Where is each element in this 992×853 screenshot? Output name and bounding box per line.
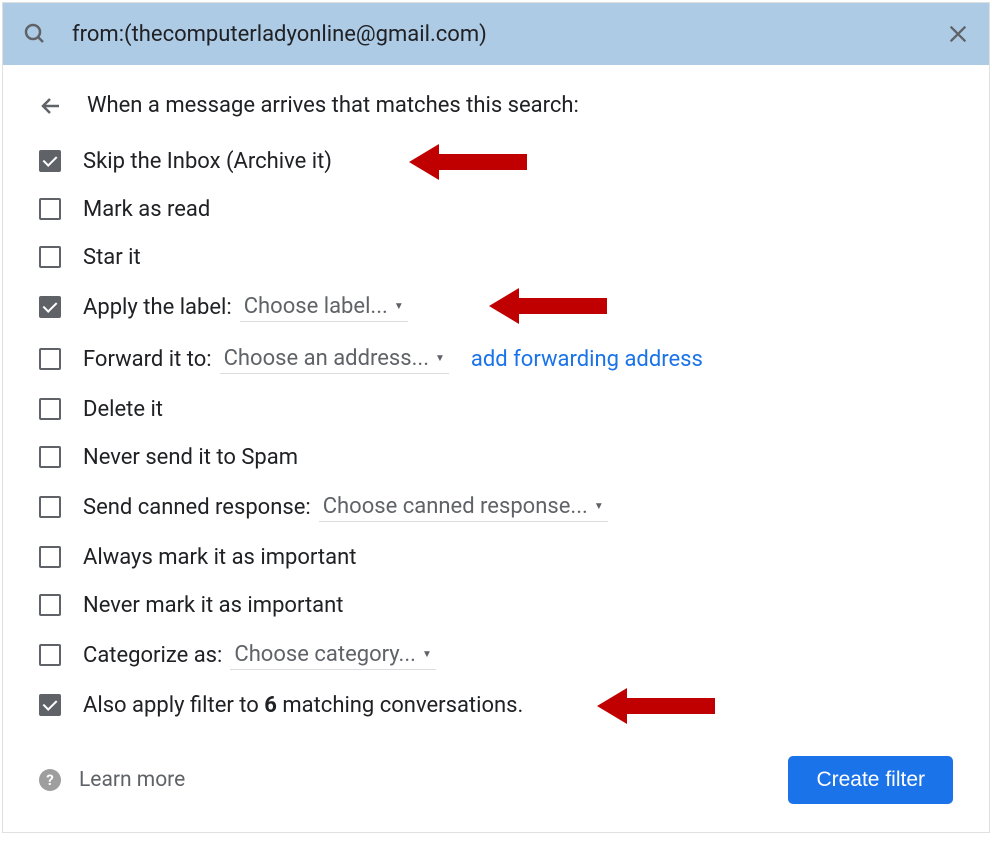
- header-row: When a message arrives that matches this…: [39, 93, 953, 118]
- option-row-mark-read: Mark as read: [39, 196, 953, 222]
- option-label-delete-it: Delete it: [83, 397, 163, 422]
- chevron-down-icon: ▼: [422, 649, 432, 660]
- back-icon[interactable]: [39, 94, 63, 118]
- option-row-canned-response: Send canned response: Choose canned respo…: [39, 492, 953, 522]
- dropdown-forward-to[interactable]: Choose an address...▼: [220, 344, 449, 374]
- option-row-also-apply: Also apply filter to 6 matching conversa…: [39, 692, 953, 718]
- link-forward-to[interactable]: add forwarding address: [471, 347, 703, 372]
- checkbox-star-it[interactable]: [39, 246, 61, 268]
- option-row-star-it: Star it: [39, 244, 953, 270]
- option-label-forward-to: Forward it to:: [83, 347, 212, 372]
- header-title: When a message arrives that matches this…: [87, 93, 579, 118]
- option-label-star-it: Star it: [83, 245, 141, 270]
- option-row-never-spam: Never send it to Spam: [39, 444, 953, 470]
- arrow-annotation: [409, 142, 529, 182]
- option-label-canned-response: Send canned response:: [83, 495, 311, 520]
- option-label-always-important: Always mark it as important: [83, 545, 356, 570]
- chevron-down-icon: ▼: [435, 353, 445, 364]
- search-icon: [23, 22, 47, 46]
- option-row-categorize-as: Categorize as: Choose category...▼: [39, 640, 953, 670]
- chevron-down-icon: ▼: [594, 501, 604, 512]
- close-icon[interactable]: [947, 23, 969, 45]
- learn-more-link[interactable]: Learn more: [79, 768, 185, 792]
- option-label-apply-label: Apply the label:: [83, 295, 232, 320]
- checkbox-canned-response[interactable]: [39, 496, 61, 518]
- search-bar: from:(thecomputerladyonline@gmail.com): [3, 3, 989, 65]
- dropdown-categorize-as[interactable]: Choose category...▼: [230, 640, 435, 670]
- dropdown-apply-label[interactable]: Choose label...▼: [240, 292, 408, 322]
- option-label-categorize-as: Categorize as:: [83, 643, 222, 668]
- checkbox-always-important[interactable]: [39, 546, 61, 568]
- option-label-skip-inbox: Skip the Inbox (Archive it): [83, 149, 332, 174]
- checkbox-never-important[interactable]: [39, 594, 61, 616]
- option-row-never-important: Never mark it as important: [39, 592, 953, 618]
- option-label-never-important: Never mark it as important: [83, 593, 343, 618]
- option-row-delete-it: Delete it: [39, 396, 953, 422]
- help-icon[interactable]: ?: [39, 769, 61, 791]
- search-query[interactable]: from:(thecomputerladyonline@gmail.com): [72, 22, 947, 47]
- option-label-mark-read: Mark as read: [83, 197, 210, 222]
- checkbox-mark-read[interactable]: [39, 198, 61, 220]
- arrow-annotation: [597, 686, 717, 726]
- option-row-apply-label: Apply the label: Choose label...▼: [39, 292, 953, 322]
- footer: ? Learn more Create filter: [39, 756, 953, 804]
- checkbox-apply-label[interactable]: [39, 296, 61, 318]
- checkbox-never-spam[interactable]: [39, 446, 61, 468]
- option-row-always-important: Always mark it as important: [39, 544, 953, 570]
- checkbox-skip-inbox[interactable]: [39, 150, 61, 172]
- checkbox-categorize-as[interactable]: [39, 644, 61, 666]
- checkbox-also-apply[interactable]: [39, 694, 61, 716]
- option-label-never-spam: Never send it to Spam: [83, 445, 298, 470]
- checkbox-delete-it[interactable]: [39, 398, 61, 420]
- create-filter-button[interactable]: Create filter: [788, 756, 953, 804]
- option-row-forward-to: Forward it to: Choose an address...▼ add f…: [39, 344, 953, 374]
- option-row-skip-inbox: Skip the Inbox (Archive it): [39, 148, 953, 174]
- checkbox-forward-to[interactable]: [39, 348, 61, 370]
- chevron-down-icon: ▼: [394, 301, 404, 312]
- option-label-also-apply: Also apply filter to 6 matching conversa…: [83, 693, 523, 718]
- arrow-annotation: [489, 286, 609, 326]
- dropdown-canned-response[interactable]: Choose canned response...▼: [319, 492, 608, 522]
